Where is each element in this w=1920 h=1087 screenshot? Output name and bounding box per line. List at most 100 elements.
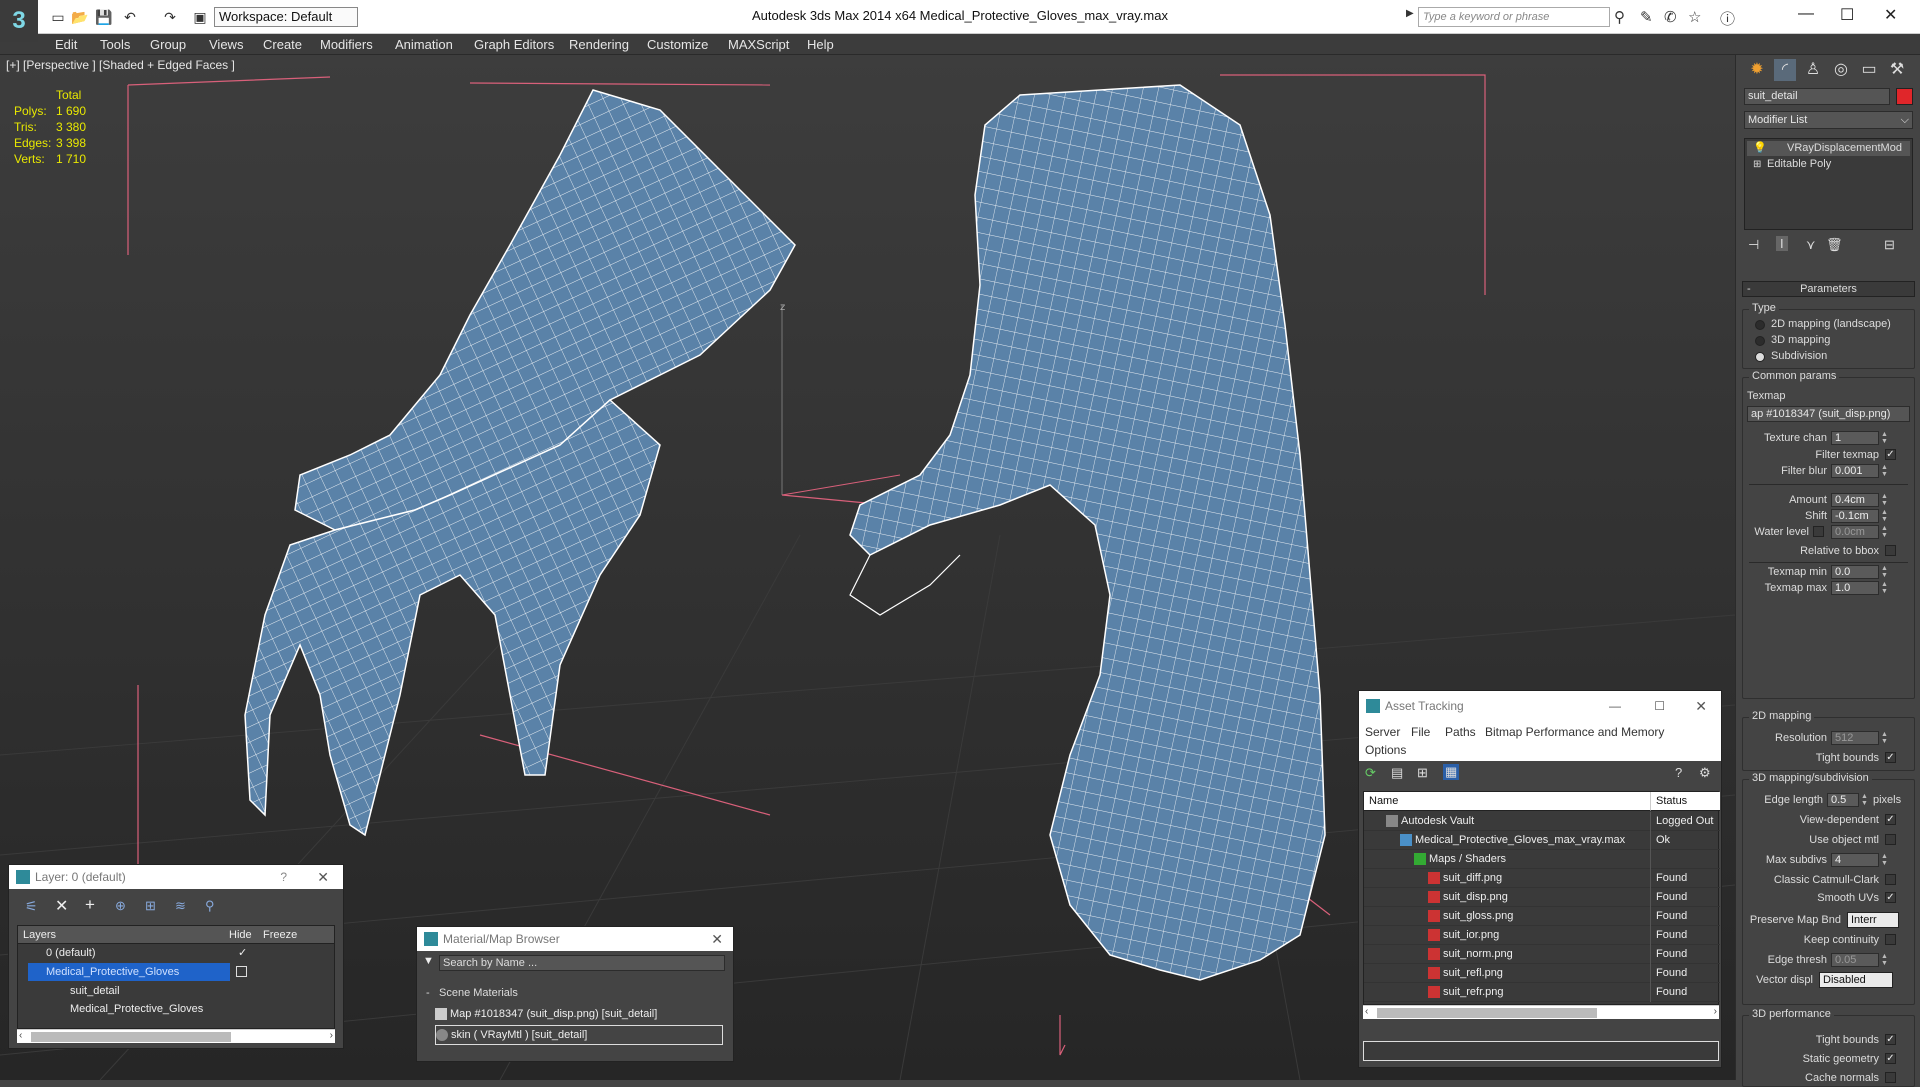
asset-path-field[interactable] (1363, 1041, 1719, 1061)
max-subdivs-spinner[interactable]: 4 (1831, 853, 1879, 867)
asset-menu-file[interactable]: File (1411, 725, 1430, 739)
parameters-rollout-header[interactable]: - Parameters (1742, 281, 1915, 297)
status-column-header[interactable]: Status (1650, 792, 1720, 811)
menu-views[interactable]: Views (209, 37, 243, 52)
menu-create[interactable]: Create (263, 37, 302, 52)
subscription-icon[interactable]: ✎ (1640, 8, 1653, 26)
scroll-left-icon[interactable]: ‹ (1365, 1006, 1368, 1017)
table-view-icon[interactable]: ▦ (1443, 764, 1460, 780)
layers-column-header[interactable]: Layers (18, 926, 224, 944)
scroll-left-icon[interactable]: ‹ (19, 1030, 22, 1041)
texmap-button[interactable]: ap #1018347 (suit_disp.png) (1747, 406, 1910, 422)
resolution-spinner[interactable]: 512 (1831, 731, 1879, 745)
tight-bounds-2d-checkbox[interactable]: ✓ (1885, 752, 1896, 763)
close-icon[interactable]: ✕ (711, 927, 723, 951)
material-search-input[interactable]: Search by Name ... (439, 955, 725, 971)
asset-menu-bitmap-performance[interactable]: Bitmap Performance and Memory (1485, 725, 1664, 739)
spinner-arrows-icon[interactable]: ▲ ▼ (1881, 509, 1888, 523)
select-objects-icon[interactable]: ⊞ (145, 898, 156, 914)
layer-row-default[interactable]: 0 (default) (30, 944, 220, 962)
communication-icon[interactable]: ✆ (1664, 8, 1677, 26)
menu-modifiers[interactable]: Modifiers (320, 37, 373, 52)
radio-2d-mapping[interactable] (1755, 320, 1765, 330)
layer-row-gloves[interactable]: Medical_Protective_Gloves (28, 963, 230, 981)
help-icon[interactable]: ? (1675, 765, 1682, 780)
stack-item-editable-poly[interactable]: Editable Poly (1747, 157, 1910, 172)
texture-chan-spinner[interactable]: 1 (1831, 431, 1879, 445)
search-input[interactable]: Type a keyword or phrase (1418, 7, 1610, 27)
add-layer-icon[interactable]: + (85, 895, 95, 915)
relative-bbox-checkbox[interactable] (1885, 545, 1896, 556)
asset-horizontal-scrollbar[interactable]: ‹ › (1363, 1005, 1719, 1019)
layer-tool-icon[interactable]: ⚟ (25, 898, 38, 915)
filter-texmap-checkbox[interactable]: ✓ (1885, 449, 1896, 460)
object-color-swatch[interactable] (1896, 88, 1913, 105)
scroll-right-icon[interactable]: › (330, 1030, 333, 1041)
classic-catmull-checkbox[interactable] (1885, 874, 1896, 885)
maximize-panel-icon[interactable]: ☐ (1654, 691, 1665, 721)
tree-view-icon[interactable]: ⊞ (1417, 765, 1428, 781)
layer-horizontal-scrollbar[interactable]: ‹ › (17, 1029, 335, 1043)
add-selection-icon[interactable]: ⊕ (115, 898, 126, 914)
layer-object-suit-detail[interactable]: suit_detail (58, 982, 228, 1000)
hide-all-icon[interactable]: ⚲ (205, 898, 215, 914)
material-browser-header[interactable]: Material/Map Browser ✕ (417, 927, 733, 951)
asset-row[interactable]: Autodesk Vault Logged Out (1364, 812, 1720, 831)
stack-item-vraydisplacement[interactable]: VRayDisplacementMod (1747, 141, 1910, 156)
binoculars-icon[interactable]: ⚲ (1614, 8, 1625, 26)
spinner-arrows-icon[interactable]: ▲ ▼ (1881, 581, 1888, 595)
radio-3d-mapping[interactable] (1755, 336, 1765, 346)
motion-tab-icon[interactable]: ◎ (1830, 59, 1852, 81)
layer-row-checkbox[interactable] (236, 966, 247, 977)
static-geometry-checkbox[interactable]: ✓ (1885, 1053, 1896, 1064)
freeze-column-header[interactable]: Freeze (258, 926, 334, 944)
scroll-right-icon[interactable]: › (1714, 1006, 1717, 1017)
menu-group[interactable]: Group (150, 37, 186, 52)
asset-menu-paths[interactable]: Paths (1445, 725, 1476, 739)
viewport-label[interactable]: [+] [Perspective ] [Shaded + Edged Faces… (6, 58, 235, 72)
create-tab-icon[interactable]: ✹ (1746, 59, 1768, 81)
modify-tab-icon[interactable]: ◜ (1774, 59, 1796, 81)
minimize-window-icon[interactable]: — (1798, 5, 1814, 23)
edge-length-spinner[interactable]: 0.5 (1827, 793, 1859, 807)
spinner-arrows-icon[interactable]: ▲ ▼ (1881, 853, 1888, 867)
asset-row[interactable]: suit_refr.png Found (1364, 983, 1720, 1002)
filter-menu-icon[interactable]: ▼ (423, 955, 434, 967)
maximize-window-icon[interactable]: ☐ (1840, 5, 1854, 25)
preserve-map-bnd-dropdown[interactable]: Interr (1847, 912, 1899, 928)
cache-normals-checkbox[interactable] (1885, 1072, 1896, 1083)
configure-modifier-sets-icon[interactable]: ⊟ (1884, 237, 1895, 253)
water-level-checkbox[interactable] (1813, 526, 1824, 537)
favorites-star-icon[interactable]: ☆ (1688, 8, 1701, 26)
view-dependent-checkbox[interactable]: ✓ (1885, 814, 1896, 825)
remove-modifier-icon[interactable]: 🗑 (1826, 237, 1843, 253)
asset-row[interactable]: suit_diff.png Found (1364, 869, 1720, 888)
object-name-field[interactable]: suit_detail (1744, 88, 1890, 105)
menu-animation[interactable]: Animation (395, 37, 453, 52)
hierarchy-tab-icon[interactable]: ♙ (1802, 59, 1824, 81)
spinner-arrows-icon[interactable]: ▲ ▼ (1881, 464, 1888, 478)
menu-maxscript[interactable]: MAXScript (728, 37, 789, 52)
vector-displ-dropdown[interactable]: Disabled (1819, 972, 1893, 988)
hide-column-header[interactable]: Hide (224, 926, 258, 944)
spinner-arrows-icon[interactable]: ▲ ▼ (1881, 493, 1888, 507)
spinner-arrows-icon[interactable]: ▲ ▼ (1881, 431, 1888, 445)
texmap-max-spinner[interactable]: 1.0 (1831, 581, 1879, 595)
water-level-spinner[interactable]: 0.0cm (1831, 525, 1879, 539)
asset-tracking-header[interactable]: Asset Tracking — ☐ ✕ (1359, 691, 1721, 721)
current-layer-check-icon[interactable]: ✓ (238, 946, 247, 959)
help-question-icon[interactable]: ? (280, 865, 287, 889)
list-view-icon[interactable]: ▤ (1391, 765, 1403, 781)
show-end-result-icon[interactable]: Ι (1776, 236, 1788, 251)
asset-menu-server[interactable]: Server (1365, 725, 1400, 739)
asset-row[interactable]: suit_norm.png Found (1364, 945, 1720, 964)
texmap-min-spinner[interactable]: 0.0 (1831, 565, 1879, 579)
highlight-layer-icon[interactable]: ≋ (175, 898, 186, 914)
asset-row[interactable]: suit_gloss.png Found (1364, 907, 1720, 926)
menu-graph-editors[interactable]: Graph Editors (474, 37, 554, 52)
app-logo[interactable]: 3 (0, 0, 38, 42)
scroll-thumb[interactable] (1377, 1008, 1597, 1018)
smooth-uvs-checkbox[interactable]: ✓ (1885, 892, 1896, 903)
help-icon[interactable]: ⓘ (1720, 8, 1735, 29)
layer-object-gloves[interactable]: Medical_Protective_Gloves (58, 1000, 258, 1018)
